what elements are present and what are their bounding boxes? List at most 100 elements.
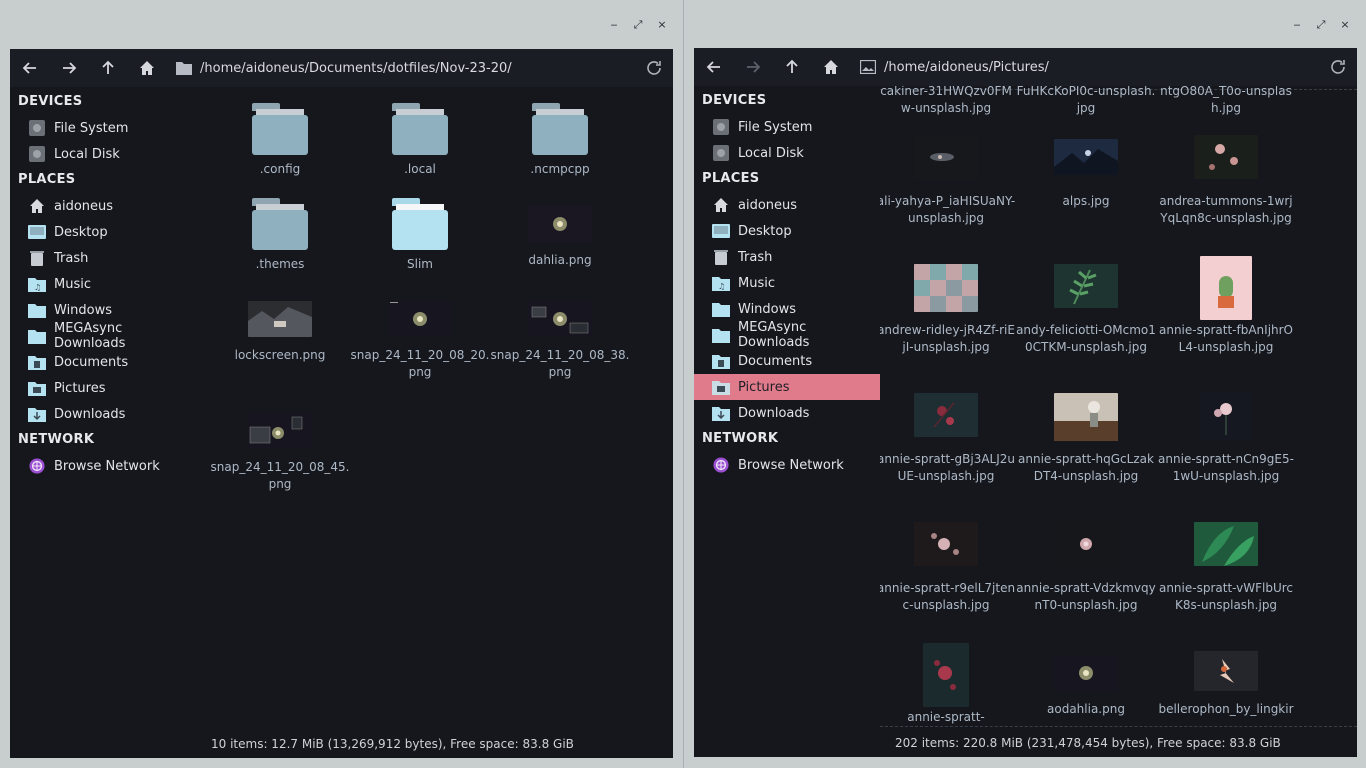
file-item[interactable]: snap_24_11_20_08_38.png [490, 293, 630, 381]
file-item[interactable]: .ncmpcpp [490, 103, 630, 178]
image-thumbnail [528, 301, 592, 337]
toolbar: /home/aidoneus/Pictures/ [694, 48, 1357, 86]
file-item[interactable]: bellerophon_by_lingkir [1156, 651, 1296, 718]
minimize-button[interactable]: ‒ [609, 18, 619, 32]
image-thumbnail [388, 301, 452, 337]
sidebar-item-downloads[interactable]: Downloads [10, 401, 196, 427]
sidebar-item-windows[interactable]: Windows [10, 297, 196, 323]
sidebar-item-aidoneus[interactable]: aidoneus [694, 192, 880, 218]
file-item[interactable]: andy-feliciotti-OMcmo10CTKM-unsplash.jpg [1016, 264, 1156, 356]
file-item[interactable]: annie-spratt-hqGcLzakDT4-unsplash.jpg [1016, 393, 1156, 485]
file-item[interactable]: ali-yahya-P_iaHISUaNY-unsplash.jpg [880, 135, 1016, 227]
arrow-left-icon [706, 61, 720, 73]
pictures-folder-icon [712, 381, 730, 395]
documents-folder-icon [28, 356, 46, 370]
sidebar-item-trash[interactable]: Trash [694, 244, 880, 270]
file-item[interactable]: andrea-tummons-1wrjYqLqn8c-unsplash.jpg [1156, 135, 1296, 227]
forward-button[interactable] [49, 49, 88, 87]
file-item[interactable]: annie-spratt-nCn9gE5-1wU-unsplash.jpg [1156, 393, 1296, 485]
file-item[interactable]: annie-spratt-gBj3ALJ2uUE-unsplash.jpg [880, 393, 1016, 485]
status-bar: 202 items: 220.8 MiB (231,478,454 bytes)… [895, 736, 1281, 750]
path-text: /home/aidoneus/Documents/dotfiles/Nov-23… [200, 60, 512, 76]
image-thumbnail [1054, 139, 1118, 175]
file-item[interactable]: alps.jpg [1016, 135, 1156, 210]
location-path[interactable]: /home/aidoneus/Documents/dotfiles/Nov-23… [176, 61, 512, 76]
image-thumbnail [248, 413, 312, 449]
maximize-button[interactable]: ⤢ [633, 18, 643, 32]
file-item[interactable]: annie-spratt-r9elL7jtenc-unsplash.jpg [880, 522, 1016, 614]
file-item[interactable]: dahlia.png [490, 198, 630, 269]
sidebar-item-windows[interactable]: Windows [694, 296, 880, 322]
image-thumbnail [248, 301, 312, 337]
sidebar-item-music[interactable]: ♫ Music [10, 271, 196, 297]
sidebar-item-pictures[interactable]: Pictures [10, 375, 196, 401]
image-thumbnail [1054, 393, 1118, 441]
up-button[interactable] [772, 48, 811, 86]
file-item[interactable]: andrew-ridley-jR4Zf-riEjI-unsplash.jpg [880, 264, 1016, 356]
file-item[interactable]: ntgO80A_T0o-unsplash.jpg [1156, 86, 1296, 117]
image-thumbnail [1194, 522, 1258, 566]
file-item[interactable]: cakiner-31HWQzv0FMw-unsplash.jpg [880, 86, 1016, 117]
image-thumbnail [914, 522, 978, 566]
maximize-button[interactable]: ⤢ [1316, 18, 1326, 32]
home-icon [823, 60, 838, 74]
forward-button[interactable] [733, 48, 772, 86]
folder-icon [392, 103, 448, 155]
sidebar-item-browse-network[interactable]: Browse Network [694, 452, 880, 478]
sidebar-item-local-disk[interactable]: Local Disk [694, 140, 880, 166]
drive-icon [713, 119, 729, 135]
sidebar-item-pictures[interactable]: Pictures [694, 374, 880, 400]
sidebar-item-desktop[interactable]: Desktop [694, 218, 880, 244]
up-button[interactable] [88, 49, 127, 87]
sidebar-item-megasync[interactable]: MEGAsync Downloads [10, 321, 196, 351]
sidebar-item-megasync[interactable]: MEGAsync Downloads [694, 320, 880, 350]
minimize-button[interactable]: ‒ [1292, 18, 1302, 32]
file-item[interactable]: snap_24_11_20_08_20.png [350, 293, 490, 381]
file-item[interactable]: lockscreen.png [210, 293, 350, 364]
sidebar-item-file-system[interactable]: File System [10, 115, 196, 141]
refresh-icon[interactable] [645, 59, 663, 77]
file-item[interactable]: FuHKcKoPI0c-unsplash.jpg [1016, 86, 1156, 117]
file-item[interactable]: annie-spratt-fbAnIjhrOL4-unsplash.jpg [1156, 256, 1296, 356]
home-button[interactable] [811, 48, 850, 86]
back-button[interactable] [10, 49, 49, 87]
file-item[interactable]: .local [350, 103, 490, 178]
refresh-icon[interactable] [1329, 58, 1347, 76]
globe-icon [29, 458, 45, 474]
desktop-folder-icon [28, 225, 46, 239]
arrow-right-icon [746, 61, 760, 73]
sidebar-item-downloads[interactable]: Downloads [694, 400, 880, 426]
file-item[interactable]: annie-spratt- [880, 643, 1016, 726]
sidebar-item-local-disk[interactable]: Local Disk [10, 141, 196, 167]
image-thumbnail [1054, 655, 1118, 691]
home-button[interactable] [127, 49, 166, 87]
close-button[interactable]: × [1340, 18, 1350, 32]
documents-folder-icon [712, 355, 730, 369]
back-button[interactable] [694, 48, 733, 86]
file-grid: cakiner-31HWQzv0FMw-unsplash.jpg FuHKcKo… [880, 86, 1357, 731]
file-item[interactable]: .themes [210, 198, 350, 273]
file-item[interactable]: Slim [350, 198, 490, 273]
sidebar-item-desktop[interactable]: Desktop [10, 219, 196, 245]
file-item[interactable]: snap_24_11_20_08_45.png [210, 405, 350, 493]
sidebar-item-documents[interactable]: Documents [10, 349, 196, 375]
file-item[interactable]: annie-spratt-vWFlbUrcK8s-unsplash.jpg [1156, 522, 1296, 614]
file-item[interactable]: .config [210, 103, 350, 178]
status-bar: 10 items: 12.7 MiB (13,269,912 bytes), F… [211, 737, 574, 751]
close-button[interactable]: × [657, 18, 667, 32]
pictures-icon [860, 60, 876, 74]
sidebar-item-trash[interactable]: Trash [10, 245, 196, 271]
location-path[interactable]: /home/aidoneus/Pictures/ [860, 60, 1049, 75]
sidebar-item-file-system[interactable]: File System [694, 114, 880, 140]
file-item[interactable]: annie-spratt-VdzkmvqynT0-unsplash.jpg [1016, 522, 1156, 614]
file-item[interactable]: aodahlia.png [1016, 651, 1156, 718]
section-devices: DEVICES [702, 93, 767, 108]
sidebar-item-music[interactable]: ♫ Music [694, 270, 880, 296]
path-text: /home/aidoneus/Pictures/ [884, 59, 1049, 75]
trash-icon [30, 251, 44, 266]
sidebar-item-browse-network[interactable]: Browse Network [10, 453, 196, 479]
globe-icon [713, 457, 729, 473]
sidebar-item-aidoneus[interactable]: aidoneus [10, 193, 196, 219]
sidebar-item-documents[interactable]: Documents [694, 348, 880, 374]
folder-icon [532, 103, 588, 155]
